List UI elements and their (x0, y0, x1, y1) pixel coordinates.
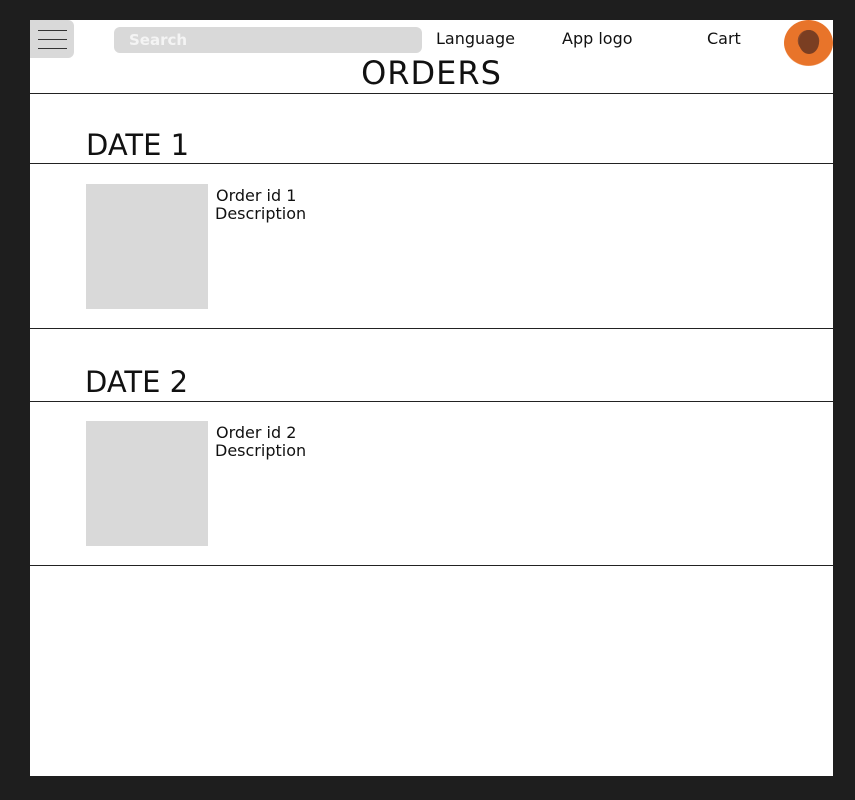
section-divider (30, 565, 833, 566)
hamburger-menu-icon[interactable] (30, 20, 74, 58)
app-logo[interactable]: App logo (562, 29, 633, 48)
menu-bar (38, 48, 67, 49)
cart-link[interactable]: Cart (707, 29, 741, 48)
section-divider (30, 328, 833, 329)
app-frame: Language App logo Cart ORDERS DATE 1 Ord… (30, 20, 833, 776)
order-id[interactable]: Order id 1 (216, 186, 296, 205)
order-description: Description (215, 204, 307, 223)
order-thumbnail[interactable] (86, 184, 208, 309)
date-heading: DATE 1 (86, 128, 190, 162)
date-heading: DATE 2 (85, 365, 189, 399)
search-input[interactable] (114, 27, 422, 53)
language-link[interactable]: Language (436, 29, 515, 48)
order-description: Description (215, 441, 307, 460)
menu-bar (38, 39, 67, 40)
menu-bar (38, 30, 67, 31)
avatar-face (799, 30, 819, 54)
order-thumbnail[interactable] (86, 421, 208, 546)
order-id[interactable]: Order id 2 (216, 423, 296, 442)
header-divider (30, 93, 833, 94)
section-divider (30, 163, 833, 164)
page-title: ORDERS (361, 54, 502, 92)
section-divider (30, 401, 833, 402)
